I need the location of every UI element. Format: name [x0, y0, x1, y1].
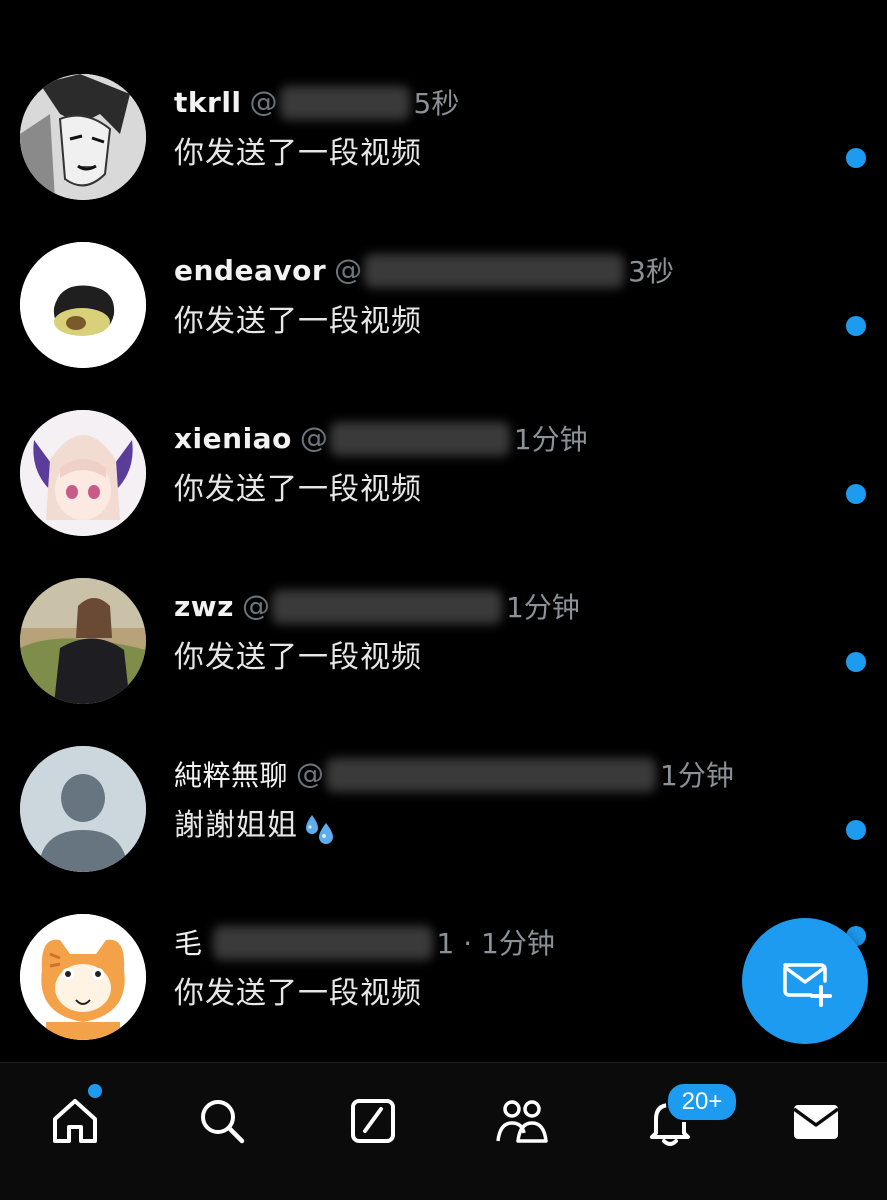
unread-indicator	[846, 652, 866, 672]
conversation-row[interactable]: endeavor @ 3秒 你发送了一段视频	[0, 232, 887, 400]
bottom-tab-bar	[0, 1062, 887, 1200]
cartoon-cat-avatar-icon	[20, 914, 146, 1040]
conversation-row[interactable]: xieniao @ 1分钟 你发送了一段视频	[0, 400, 887, 568]
handle: @	[334, 253, 626, 288]
unread-indicator	[846, 484, 866, 504]
redacted-handle	[279, 85, 410, 120]
notifications-badge: 20+	[666, 1082, 738, 1122]
search-icon	[201, 1100, 245, 1144]
message-preview: 你发送了一段视频	[174, 640, 422, 675]
display-name: endeavor	[174, 253, 327, 287]
message-preview: 你发送了一段视频	[174, 304, 422, 339]
home-icon	[53, 1099, 97, 1143]
avatar[interactable]	[20, 746, 146, 872]
redacted-handle	[271, 589, 502, 624]
conversation-header: xieniao @ 1分钟	[174, 418, 588, 458]
timestamp: 1分钟	[505, 591, 580, 624]
anime-girl-avatar-icon	[20, 410, 146, 536]
handle	[211, 925, 435, 960]
messages-icon	[792, 1105, 840, 1139]
message-preview: 你发送了一段视频	[174, 136, 422, 171]
tab-search[interactable]	[192, 1091, 252, 1151]
display-name: 純粹無聊	[174, 759, 289, 792]
display-name: 毛	[174, 927, 203, 960]
conversation-header: 純粹無聊 @ 1分钟	[174, 754, 734, 794]
message-preview-text: 謝謝姐姐	[174, 808, 298, 843]
redacted-handle	[326, 757, 657, 792]
display-name: zwz	[174, 589, 234, 623]
message-preview: 你发送了一段视频	[174, 976, 422, 1011]
redacted-handle	[329, 421, 510, 456]
avocado-avatar-icon	[20, 242, 146, 368]
unread-indicator	[846, 820, 866, 840]
communities-icon	[496, 1100, 548, 1143]
compose-icon	[351, 1099, 395, 1143]
dm-screen: tkrll @ 5秒 你发送了一段视频 endeavor @ 3秒 你发送了一段…	[0, 0, 887, 1200]
tab-home[interactable]	[45, 1091, 105, 1151]
manga-character-avatar-icon	[20, 74, 146, 200]
conversation-list: tkrll @ 5秒 你发送了一段视频 endeavor @ 3秒 你发送了一段…	[0, 0, 887, 1062]
handle: @	[296, 757, 658, 792]
avatar[interactable]	[20, 74, 146, 200]
avatar[interactable]	[20, 410, 146, 536]
avatar[interactable]	[20, 578, 146, 704]
display-name: xieniao	[174, 421, 292, 455]
default-person-avatar-icon	[20, 746, 146, 872]
handle: @	[242, 589, 504, 624]
photo-person-avatar-icon	[20, 578, 146, 704]
conversation-row[interactable]: zwz @ 1分钟 你发送了一段视频	[0, 568, 887, 736]
redacted-handle	[212, 925, 433, 960]
redacted-handle	[364, 253, 625, 288]
tab-messages[interactable]	[786, 1091, 846, 1151]
timestamp: 1分钟	[660, 759, 734, 792]
sweat-droplets-emoji-icon	[306, 814, 333, 844]
conversation-header: endeavor @ 3秒	[174, 250, 674, 290]
tab-communities[interactable]	[492, 1091, 552, 1151]
avatar[interactable]	[20, 914, 146, 1040]
conversation-row[interactable]: 純粹無聊 @ 1分钟 謝謝姐姐	[0, 736, 887, 904]
message-preview: 你发送了一段视频	[174, 472, 422, 507]
timestamp: 5秒	[413, 87, 460, 120]
conversation-header: 毛 1 · 1分钟	[174, 922, 555, 962]
conversation-header: tkrll @ 5秒	[174, 82, 459, 122]
message-preview: 謝謝姐姐	[174, 800, 338, 845]
new-message-button[interactable]	[742, 918, 868, 1044]
home-unread-dot	[86, 1082, 104, 1100]
timestamp: 3秒	[628, 255, 674, 288]
avatar[interactable]	[20, 242, 146, 368]
new-message-icon	[783, 963, 832, 1007]
timestamp: 1 · 1分钟	[436, 927, 555, 960]
display-name: tkrll	[174, 85, 242, 119]
handle: @	[300, 421, 512, 456]
timestamp: 1分钟	[513, 423, 588, 456]
tab-compose[interactable]	[343, 1091, 403, 1151]
conversation-row[interactable]: tkrll @ 5秒 你发送了一段视频	[0, 64, 887, 232]
unread-indicator	[846, 316, 866, 336]
unread-indicator	[846, 148, 866, 168]
conversation-header: zwz @ 1分钟	[174, 586, 580, 626]
handle: @	[250, 85, 412, 120]
